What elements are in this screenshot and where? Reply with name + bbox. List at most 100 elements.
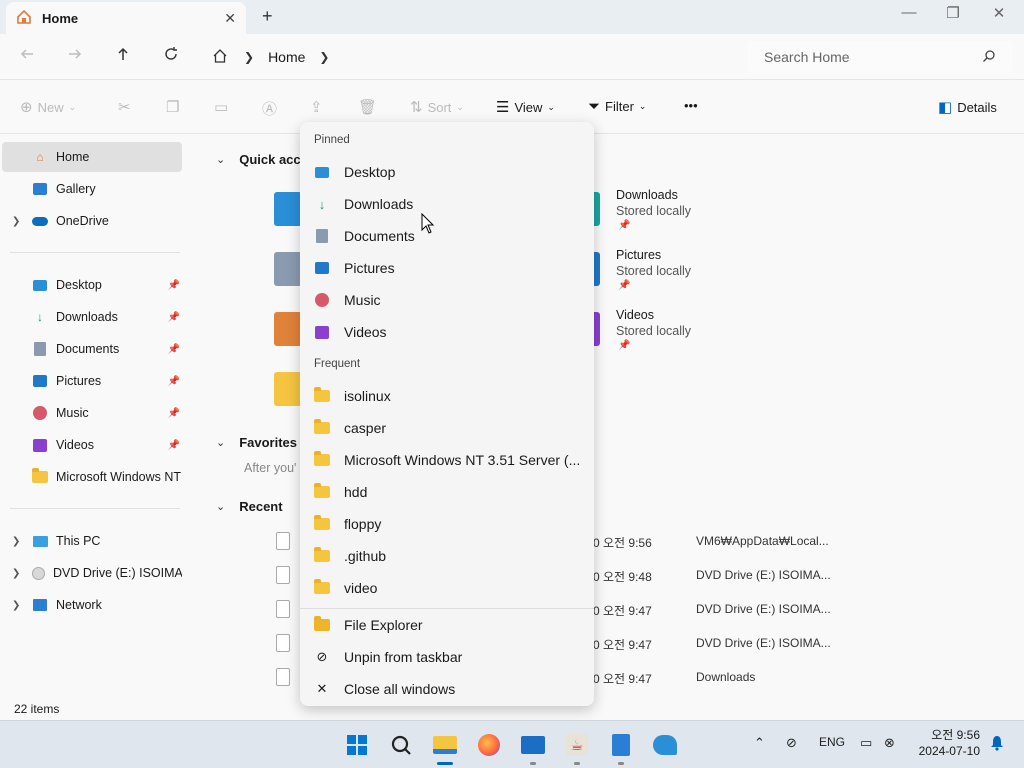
divider xyxy=(300,608,594,609)
volume-muted-icon[interactable]: ⊗ xyxy=(884,735,895,751)
recent-header[interactable]: ⌄ Recent xyxy=(216,499,283,514)
jumplist-item-music[interactable]: Music xyxy=(314,285,582,315)
forward-button[interactable] xyxy=(63,46,87,68)
jumplist-open-file-explorer[interactable]: File Explorer xyxy=(314,610,582,640)
breadcrumb[interactable]: ❯ Home ❯ xyxy=(200,41,738,73)
music-tile-icon[interactable] xyxy=(274,312,302,346)
more-options-button[interactable]: ••• xyxy=(684,98,698,113)
filter-button[interactable]: ⏷ Filter ⌄ xyxy=(588,98,646,115)
jumplist-item-videos[interactable]: Videos xyxy=(314,317,582,347)
quick-item-title[interactable]: Pictures xyxy=(616,248,661,262)
network-status-icon[interactable]: ⊘ xyxy=(786,735,797,751)
rename-button[interactable]: Ⓐ xyxy=(262,98,277,119)
pin-icon[interactable]: 📌 xyxy=(168,280,180,291)
start-button[interactable] xyxy=(344,732,370,758)
sidebar-item-dvd-drive[interactable]: ❯ DVD Drive (E:) ISOIMAGE xyxy=(2,558,182,588)
sidebar-item-gallery[interactable]: Gallery xyxy=(2,174,182,204)
jumplist-item-desktop[interactable]: Desktop xyxy=(314,157,582,187)
desktop-tile-icon[interactable] xyxy=(274,192,302,226)
pin-icon[interactable]: 📌 xyxy=(168,312,180,323)
jumplist-item-label: Documents xyxy=(344,228,415,244)
taskbar-remote-app[interactable] xyxy=(652,732,678,758)
taskbar-monitor-app[interactable] xyxy=(520,732,546,758)
sidebar-item-videos[interactable]: Videos 📌 xyxy=(2,430,182,460)
jumplist-item-hdd[interactable]: hdd xyxy=(314,477,582,507)
jumplist-item-nt-server[interactable]: Microsoft Windows NT 3.51 Server (... xyxy=(314,445,582,475)
sidebar-item-onedrive[interactable]: ❯ OneDrive xyxy=(2,206,182,236)
new-button[interactable]: ⊕ New ⌄ xyxy=(20,98,76,116)
sidebar-item-music[interactable]: Music 📌 xyxy=(2,398,182,428)
sidebar-item-network[interactable]: ❯ Network xyxy=(2,590,182,620)
share-button[interactable]: ⇪ xyxy=(310,98,323,116)
pin-icon[interactable]: 📌 xyxy=(168,376,180,387)
jumplist-item-pictures[interactable]: Pictures xyxy=(314,253,582,283)
clock[interactable]: 오전 9:56 2024-07-10 xyxy=(908,727,980,759)
back-button[interactable] xyxy=(15,46,39,68)
jumplist-item-github[interactable]: .github xyxy=(314,541,582,571)
jumplist-unpin[interactable]: ⊘ Unpin from taskbar xyxy=(314,642,582,672)
tab-close-icon[interactable]: ✕ xyxy=(224,10,236,27)
favorites-header[interactable]: ⌄ Favorites xyxy=(216,435,297,450)
chevron-right-icon[interactable]: ❯ xyxy=(12,216,20,227)
quick-item-title[interactable]: Downloads xyxy=(616,188,678,202)
sort-button[interactable]: ⇅ Sort ⌄ xyxy=(410,98,464,116)
chevron-right-icon[interactable]: ❯ xyxy=(12,568,20,579)
quick-item-title[interactable]: Videos xyxy=(616,308,654,322)
maximize-button[interactable]: ❐ xyxy=(930,4,976,22)
notification-bell-icon[interactable] xyxy=(990,735,1004,754)
delete-button[interactable]: 🗑 xyxy=(358,98,377,116)
paste-button[interactable]: ▭ xyxy=(214,98,228,116)
jumplist-item-video[interactable]: video xyxy=(314,573,582,603)
chevron-right-icon[interactable]: ❯ xyxy=(319,50,329,64)
close-window-button[interactable]: ✕ xyxy=(976,4,1022,22)
sidebar-item-downloads[interactable]: ↓ Downloads 📌 xyxy=(2,302,182,332)
pin-icon[interactable]: 📌 xyxy=(168,344,180,355)
jumplist-item-documents[interactable]: Documents xyxy=(314,221,582,251)
jumplist-item-casper[interactable]: casper xyxy=(314,413,582,443)
sidebar-item-nt-folder[interactable]: Microsoft Windows NT 3 xyxy=(2,462,182,492)
tab-home[interactable]: Home ✕ xyxy=(6,2,246,34)
sidebar-item-this-pc[interactable]: ❯ This PC xyxy=(2,526,182,556)
breadcrumb-home[interactable]: Home xyxy=(268,49,305,65)
search-button[interactable] xyxy=(388,732,414,758)
search-input[interactable]: Search Home xyxy=(764,49,850,65)
documents-tile-icon[interactable] xyxy=(274,252,302,286)
folder-tile-icon[interactable] xyxy=(274,372,302,406)
search-box[interactable]: Search Home xyxy=(748,41,1012,73)
chevron-right-icon[interactable]: ❯ xyxy=(12,600,20,611)
up-button[interactable] xyxy=(111,46,135,68)
pin-icon: 📌 xyxy=(618,220,631,231)
pin-icon[interactable]: 📌 xyxy=(168,408,180,419)
pictures-icon xyxy=(32,373,48,389)
taskbar-file-explorer[interactable] xyxy=(432,732,458,758)
sidebar-item-documents[interactable]: Documents 📌 xyxy=(2,334,182,364)
sidebar-item-home[interactable]: ⌂ Home xyxy=(2,142,182,172)
pen-touch-icon[interactable]: ▭ xyxy=(860,735,872,751)
sidebar-item-pictures[interactable]: Pictures 📌 xyxy=(2,366,182,396)
taskbar-notepad[interactable] xyxy=(608,732,634,758)
jumplist-item-downloads[interactable]: ↓ Downloads xyxy=(314,189,582,219)
new-tab-button[interactable]: + xyxy=(262,6,273,27)
language-indicator[interactable]: ENG xyxy=(819,735,845,749)
refresh-button[interactable] xyxy=(159,46,183,68)
show-hidden-icons-button[interactable]: ⌃ xyxy=(754,735,765,751)
jumplist-close-all[interactable]: ✕ Close all windows xyxy=(314,674,582,704)
java-icon: ☕ xyxy=(566,734,588,756)
details-button[interactable]: ◧ Details xyxy=(938,98,997,116)
sidebar-item-desktop[interactable]: Desktop 📌 xyxy=(2,270,182,300)
chevron-right-icon[interactable]: ❯ xyxy=(12,536,20,547)
cut-button[interactable]: ✂ xyxy=(118,98,131,116)
trash-icon: 🗑 xyxy=(358,99,378,116)
quick-item-subtitle: Stored locally xyxy=(616,264,692,278)
unpin-icon: ⊘ xyxy=(316,649,328,664)
quick-access-header[interactable]: ⌄ Quick acc xyxy=(216,152,301,167)
taskbar-java-app[interactable]: ☕ xyxy=(564,732,590,758)
pin-icon[interactable]: 📌 xyxy=(168,440,180,451)
copy-button[interactable]: ❐ xyxy=(166,98,179,116)
view-button[interactable]: ☰ View ⌄ xyxy=(496,98,555,116)
jumplist-item-label: Microsoft Windows NT 3.51 Server (... xyxy=(344,452,581,468)
taskbar-firefox[interactable] xyxy=(476,732,502,758)
jumplist-item-isolinux[interactable]: isolinux xyxy=(314,381,582,411)
jumplist-item-floppy[interactable]: floppy xyxy=(314,509,582,539)
minimize-button[interactable]: — xyxy=(886,4,932,21)
